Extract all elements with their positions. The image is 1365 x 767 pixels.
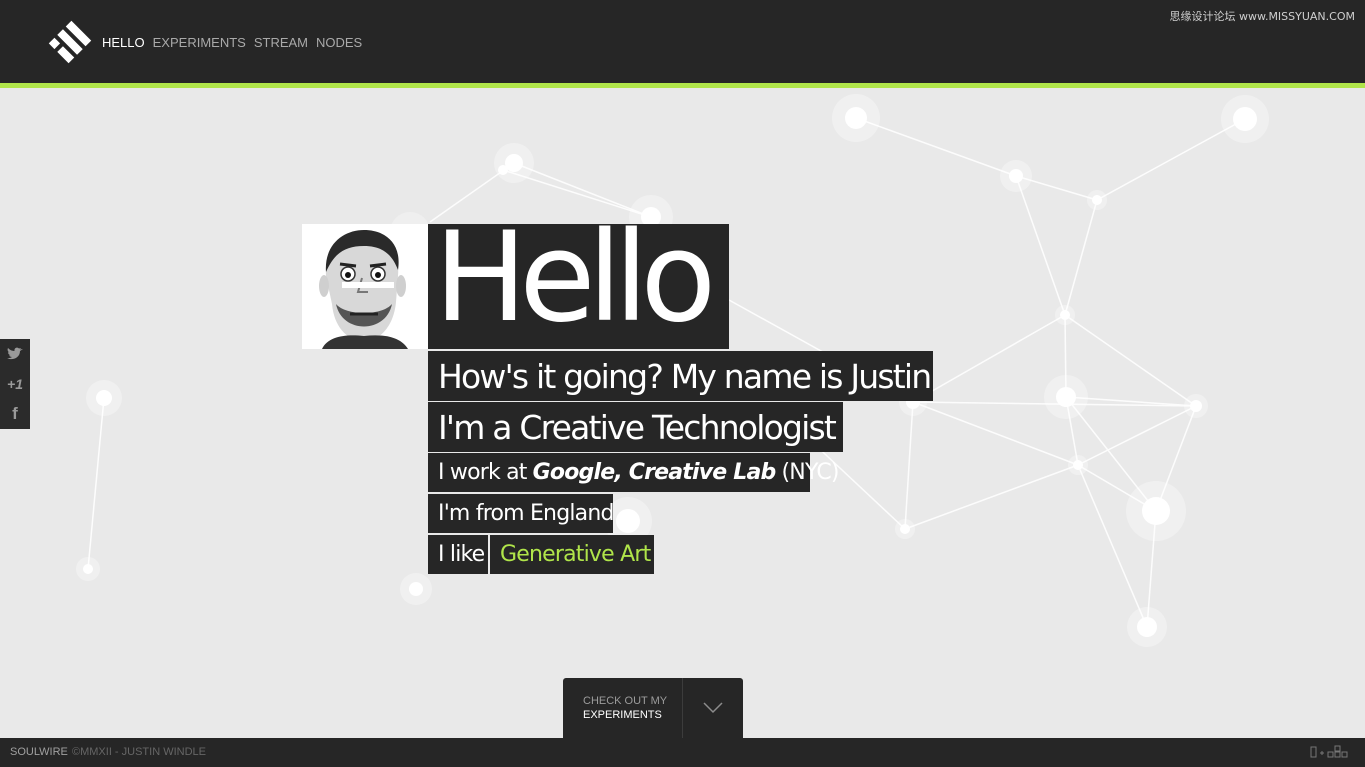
- intro-origin-line: I'm from England: [428, 494, 614, 533]
- avatar: [302, 224, 428, 349]
- nav-nodes[interactable]: NODES: [316, 35, 362, 50]
- work-location: (NYC): [781, 460, 840, 485]
- nav-hello[interactable]: HELLO: [102, 35, 145, 50]
- cta-line1: CHECK OUT MY: [583, 695, 668, 707]
- soulwire-logo-icon[interactable]: [48, 20, 92, 64]
- nav-stream[interactable]: STREAM: [254, 35, 308, 50]
- intro-name-line: How's it going? My name is Justin: [428, 351, 933, 401]
- intro-role-line: I'm a Creative Technologist: [428, 402, 843, 452]
- check-out-experiments-button[interactable]: CHECK OUT MY EXPERIMENTS: [563, 678, 743, 738]
- work-prefix: I work at: [438, 460, 527, 485]
- intro-work-line: I work at Google, Creative Lab (NYC): [428, 453, 840, 492]
- twitter-icon[interactable]: [4, 343, 26, 365]
- view-toggle-icon[interactable]: [1310, 745, 1355, 759]
- like-label: I like: [428, 535, 488, 574]
- work-company: Google, Creative Lab: [532, 460, 777, 485]
- cta-line2: EXPERIMENTS: [583, 709, 662, 721]
- chevron-down-icon: [703, 702, 723, 714]
- footer-brand[interactable]: SOULWIRE: [10, 746, 68, 758]
- social-share-bar: +1 f: [0, 339, 30, 429]
- cta-divider: [682, 678, 683, 738]
- footer-copyright: ©MMXII - JUSTIN WINDLE: [72, 746, 206, 758]
- top-bar: HELLO EXPERIMENTS STREAM NODES 思缘设计论坛 ww…: [0, 0, 1365, 83]
- cta-label: CHECK OUT MY EXPERIMENTS: [583, 694, 667, 722]
- plus-one-icon[interactable]: +1: [4, 373, 26, 395]
- hello-heading-box: Hello: [428, 224, 729, 349]
- watermark: 思缘设计论坛 www.MISSYUAN.COM: [1169, 10, 1355, 23]
- like-value-link[interactable]: Generative Art: [490, 535, 654, 574]
- nav-experiments[interactable]: EXPERIMENTS: [153, 35, 246, 50]
- footer: SOULWIRE ©MMXII - JUSTIN WINDLE: [0, 738, 1365, 767]
- facebook-icon[interactable]: f: [4, 403, 26, 425]
- main-nav: HELLO EXPERIMENTS STREAM NODES: [102, 35, 362, 50]
- hello-heading: Hello: [434, 224, 716, 349]
